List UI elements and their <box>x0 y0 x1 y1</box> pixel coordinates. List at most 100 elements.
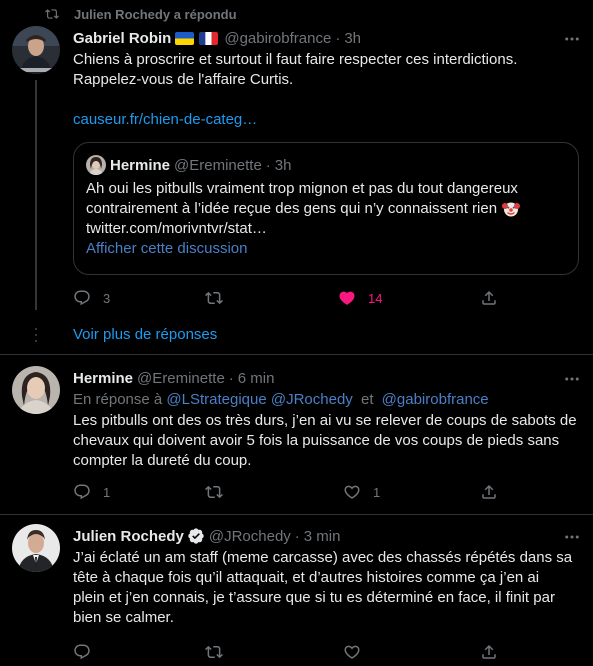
like-count: 1 <box>373 484 381 500</box>
tweet-text: Chiens à proscrire et surtout il faut fa… <box>73 50 581 130</box>
tweet-text: J’ai éclaté un am staff (meme carcasse) … <box>73 548 581 628</box>
reply-and: et <box>360 391 374 408</box>
tweet-text-line: Les pitbulls ont des os très durs, j’en … <box>73 412 577 429</box>
tweet-gabriel-robin[interactable]: Gabriel Robin @gabirobfrance · 3h Chiens… <box>0 26 593 326</box>
show-thread-link[interactable]: Afficher cette discussion <box>86 239 566 259</box>
share-button[interactable] <box>480 483 498 501</box>
divider <box>0 354 593 355</box>
france-flag-icon <box>199 31 219 45</box>
heart-icon <box>344 485 360 499</box>
author-name[interactable]: Hermine <box>73 370 133 387</box>
quote-timestamp: 3h <box>274 156 292 174</box>
quote-text-line: contrairement à l’idée reçue des gens qu… <box>86 200 498 217</box>
timestamp[interactable]: 6 min <box>238 370 275 387</box>
like-count: 14 <box>368 290 383 306</box>
tweet-header: Gabriel Robin @gabirobfrance · 3h <box>73 28 581 48</box>
reply-icon <box>74 290 90 306</box>
share-icon <box>482 644 496 659</box>
retweet-button[interactable] <box>205 643 223 661</box>
retweet-button[interactable] <box>205 483 223 501</box>
more-icon[interactable] <box>563 370 581 393</box>
author-handle[interactable]: @gabirobfrance <box>224 30 331 47</box>
tweet-text-line: plein et j’en connais, je t’assure que s… <box>73 589 555 606</box>
tweet-actions <box>73 642 513 662</box>
tweet-text-line: compter la dureté du coup. <box>73 452 252 469</box>
like-button[interactable] <box>343 643 361 661</box>
reply-icon <box>74 644 90 660</box>
quote-header: Hermine @Ereminette · 3h <box>86 155 291 175</box>
author-handle[interactable]: @Ereminette <box>137 370 225 387</box>
like-button[interactable]: 1 <box>343 483 380 501</box>
retweet-context[interactable]: Julien Rochedy a répondu <box>44 6 237 22</box>
quote-text: Ah oui les pitbulls vraiment trop mignon… <box>86 179 566 259</box>
divider <box>0 514 593 515</box>
reply-button[interactable] <box>73 643 91 661</box>
quote-text-line: Ah oui les pitbulls vraiment trop mignon… <box>86 180 518 197</box>
timestamp[interactable]: 3h <box>344 30 361 47</box>
reply-button[interactable]: 3 <box>73 289 110 307</box>
quote-author-name: Hermine <box>110 156 171 174</box>
quote-author-handle: @Ereminette <box>174 156 262 174</box>
separator: · <box>265 156 271 174</box>
retweet-icon <box>44 6 60 22</box>
tweet-content: Gabriel Robin @gabirobfrance · 3h Chiens… <box>73 28 581 130</box>
retweet-context-text: Julien Rochedy a répondu <box>74 6 237 22</box>
tweet-text-line: chevaux qui doivent avoir 5 fois la puis… <box>73 432 560 449</box>
reply-count: 3 <box>103 290 111 306</box>
heart-icon <box>344 645 360 659</box>
like-button[interactable]: 14 <box>338 289 382 307</box>
reply-button[interactable]: 1 <box>73 483 110 501</box>
separator: · <box>294 527 300 545</box>
mention[interactable]: @LStrategique <box>166 391 266 408</box>
separator: · <box>335 29 341 47</box>
tweet-hermine[interactable]: Hermine @Ereminette · 6 min En réponse à… <box>0 366 593 506</box>
retweet-icon <box>205 645 223 659</box>
share-button[interactable] <box>480 643 498 661</box>
reply-to: En réponse à @LStrategique @JRochedy et … <box>73 390 581 410</box>
tweet-actions: 1 1 <box>73 482 513 502</box>
more-icon[interactable] <box>563 528 581 551</box>
tweet-header: Hermine @Ereminette · 6 min <box>73 368 581 388</box>
quote-tweet[interactable]: Hermine @Ereminette · 3h Ah oui les pitb… <box>73 142 579 275</box>
tweet-content: Hermine @Ereminette · 6 min En réponse à… <box>73 368 581 471</box>
retweet-icon <box>205 291 223 305</box>
heart-icon <box>339 291 355 305</box>
tweet-text-line: bien se calmer. <box>73 609 174 626</box>
retweet-icon <box>205 485 223 499</box>
clown-emoji-icon <box>502 200 521 218</box>
reply-count: 1 <box>103 484 111 500</box>
thread-line <box>35 80 37 310</box>
more-icon[interactable] <box>563 30 581 53</box>
author-name[interactable]: Julien Rochedy <box>73 528 184 545</box>
avatar[interactable] <box>12 366 60 414</box>
show-more-replies-link[interactable]: Voir plus de réponses <box>73 326 217 343</box>
avatar[interactable] <box>12 26 60 74</box>
share-icon <box>482 484 496 499</box>
reply-prefix: En réponse à <box>73 391 163 408</box>
tweet-text-line: Chiens à proscrire et surtout il faut fa… <box>73 51 518 68</box>
tweet-julien-rochedy[interactable]: Julien Rochedy @JRochedy · 3 min J’ai éc… <box>0 524 593 666</box>
tweet-content: Julien Rochedy @JRochedy · 3 min J’ai éc… <box>73 526 581 628</box>
thread-dots <box>35 328 37 346</box>
author-name[interactable]: Gabriel Robin <box>73 30 171 47</box>
ukraine-flag-icon <box>175 31 195 45</box>
quote-avatar <box>86 155 106 175</box>
tweet-link[interactable]: causeur.fr/chien-de-categ… <box>73 110 581 130</box>
mention[interactable]: @gabirobfrance <box>382 391 489 408</box>
tweet-text: Les pitbulls ont des os très durs, j’en … <box>73 411 581 471</box>
tweet-header: Julien Rochedy @JRochedy · 3 min <box>73 526 581 546</box>
verified-icon <box>187 527 205 545</box>
separator: · <box>228 369 234 387</box>
reply-icon <box>74 484 90 500</box>
share-button[interactable] <box>480 289 498 307</box>
mention[interactable]: @JRochedy <box>271 391 353 408</box>
avatar[interactable] <box>12 524 60 572</box>
retweet-button[interactable] <box>205 289 223 307</box>
author-handle[interactable]: @JRochedy <box>209 528 291 545</box>
share-icon <box>482 290 496 305</box>
tweet-text-line: Rappelez-vous de l'affaire Curtis. <box>73 71 294 88</box>
quote-text-line: twitter.com/morivntvr/stat… <box>86 220 267 237</box>
tweet-text-line: tête à chaque fois qu’il attaquait, et d… <box>73 569 540 586</box>
tweet-actions: 3 14 <box>73 288 513 308</box>
timestamp[interactable]: 3 min <box>304 528 341 545</box>
